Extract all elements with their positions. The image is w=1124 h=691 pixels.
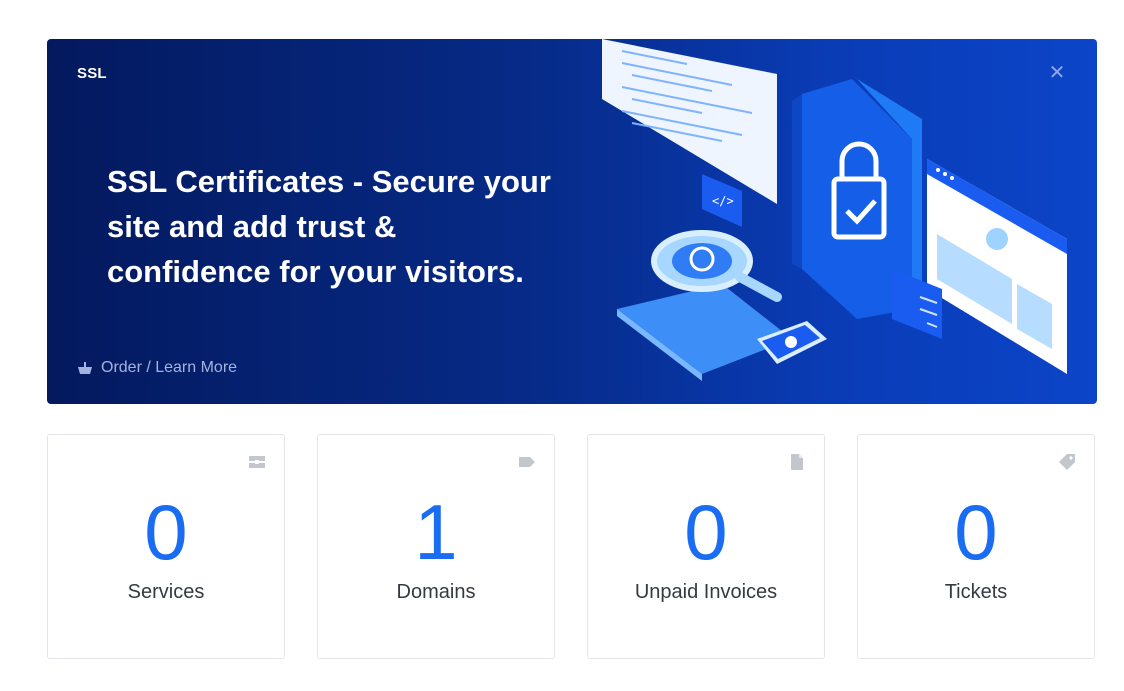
stat-value: 0 [684,488,728,576]
stat-label: Unpaid Invoices [634,581,778,603]
stat-card-domains[interactable]: 1 Domains [317,434,555,659]
server-icon [249,456,265,468]
stat-value: 0 [954,488,998,576]
stat-label: Domains [396,581,476,603]
order-learn-more-link[interactable]: Order / Learn More [77,359,237,377]
security-illustration: </> [602,39,1067,381]
stat-label: Services [127,581,205,603]
order-learn-more-label: Order / Learn More [101,359,238,376]
stat-card-unpaid-invoices[interactable]: 0 Unpaid Invoices [587,434,825,659]
ssl-promo-banner: SSL ✕ SSL Certificates - Secure your sit… [47,39,1097,404]
stat-value: 0 [144,488,188,576]
banner-title: SSL Certificates - Secure your site and … [107,164,551,289]
basket-icon [78,362,92,374]
stat-value: 1 [414,488,458,576]
document-icon [791,454,803,470]
ticket-icon [1059,454,1075,470]
banner-tag: SSL [77,65,107,82]
svg-text:</>: </> [712,194,734,208]
tag-icon [519,457,535,467]
stat-label: Tickets [944,581,1008,603]
stat-card-services[interactable]: 0 Services [47,434,285,659]
stat-card-tickets[interactable]: 0 Tickets [857,434,1095,659]
